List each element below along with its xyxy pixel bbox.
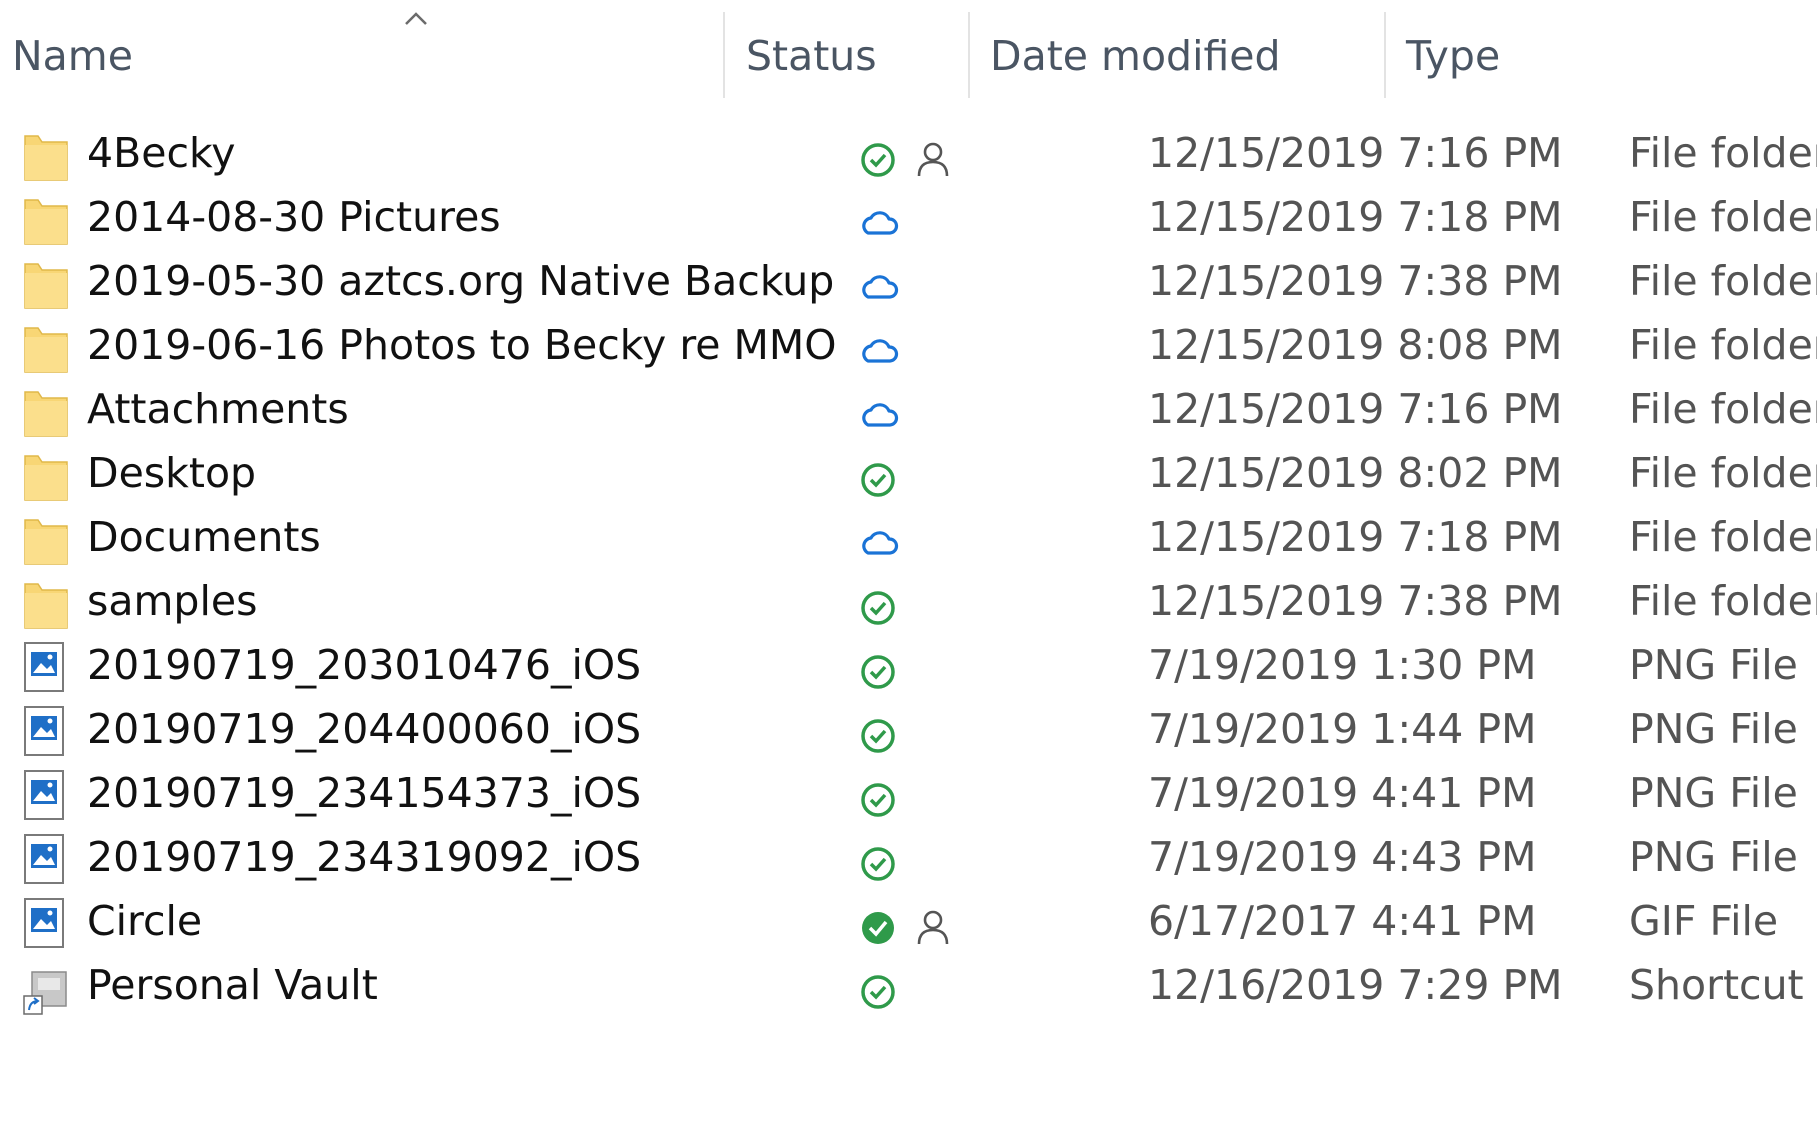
date-modified: 12/15/2019 7:38 PM <box>1148 577 1563 625</box>
folder-icon <box>24 199 68 245</box>
column-header-bar: Name Status Date modified Type <box>0 0 1817 100</box>
image-file-icon <box>24 642 64 692</box>
file-name[interactable]: 2014-08-30 Pictures <box>87 193 501 241</box>
file-name[interactable]: 20190719_234154373_iOS <box>87 769 641 817</box>
column-header-date-modified[interactable]: Date modified <box>990 32 1281 80</box>
file-row[interactable]: 2019-05-30 aztcs.org Native Backup 12/15/… <box>0 256 1817 330</box>
column-header-type[interactable]: Type <box>1406 32 1500 80</box>
date-modified: 6/17/2017 4:41 PM <box>1148 897 1537 945</box>
file-name[interactable]: Desktop <box>87 449 256 497</box>
shortcut-icon <box>23 971 67 1015</box>
folder-icon <box>24 263 68 309</box>
date-modified: 12/15/2019 8:08 PM <box>1148 321 1563 369</box>
date-modified: 7/19/2019 4:41 PM <box>1148 769 1537 817</box>
shared-person-icon <box>917 142 949 178</box>
synced-icon <box>861 143 895 177</box>
file-row[interactable]: samples 12/15/2019 7:38 PM File folder <box>0 576 1817 650</box>
file-type: File folder <box>1629 129 1817 177</box>
file-name[interactable]: 4Becky <box>87 129 236 177</box>
file-type: PNG File <box>1629 641 1798 689</box>
image-file-icon <box>24 834 64 884</box>
file-row[interactable]: 20190719_234319092_iOS 7/19/2019 4:43 PM P… <box>0 832 1817 906</box>
cloud-icon <box>862 403 899 427</box>
file-type: File folder <box>1629 193 1817 241</box>
file-row[interactable]: Personal Vault 12/16/2019 7:29 PM Shortcut <box>0 960 1817 1034</box>
file-row[interactable]: 2014-08-30 Pictures 12/15/2019 7:18 PM Fil… <box>0 192 1817 266</box>
date-modified: 12/16/2019 7:29 PM <box>1148 961 1563 1009</box>
file-type: File folder <box>1629 321 1817 369</box>
folder-icon <box>24 327 68 373</box>
synced-icon <box>861 783 895 817</box>
file-type: File folder <box>1629 449 1817 497</box>
date-modified: 12/15/2019 7:16 PM <box>1148 129 1563 177</box>
file-row[interactable]: Documents 12/15/2019 7:18 PM File folder <box>0 512 1817 586</box>
always-available-icon <box>860 910 896 946</box>
cloud-icon <box>862 211 899 235</box>
date-modified: 7/19/2019 4:43 PM <box>1148 833 1537 881</box>
image-file-icon <box>24 770 64 820</box>
column-divider[interactable] <box>1384 12 1386 98</box>
file-row[interactable]: Circle 6/17/2017 4:41 PM GIF File <box>0 896 1817 970</box>
file-type: GIF File <box>1629 897 1779 945</box>
sort-ascending-icon <box>405 12 427 25</box>
synced-icon <box>861 975 895 1009</box>
synced-icon <box>861 847 895 881</box>
file-name[interactable]: samples <box>87 577 257 625</box>
synced-icon <box>861 719 895 753</box>
date-modified: 12/15/2019 7:38 PM <box>1148 257 1563 305</box>
file-name[interactable]: Circle <box>87 897 202 945</box>
cloud-icon <box>862 339 899 363</box>
date-modified: 12/15/2019 7:18 PM <box>1148 513 1563 561</box>
image-file-icon <box>24 898 64 948</box>
column-divider[interactable] <box>968 12 970 98</box>
folder-icon <box>24 391 68 437</box>
file-row[interactable]: 4Becky 12/15/2019 7:16 PM File folder <box>0 128 1817 202</box>
cloud-icon <box>862 531 899 555</box>
column-header-name[interactable]: Name <box>12 32 133 80</box>
file-type: PNG File <box>1629 833 1798 881</box>
file-type: File folder <box>1629 385 1817 433</box>
file-row[interactable]: 2019-06-16 Photos to Becky re MMO 12/15/2… <box>0 320 1817 394</box>
date-modified: 7/19/2019 1:30 PM <box>1148 641 1537 689</box>
synced-icon <box>861 591 895 625</box>
column-divider[interactable] <box>723 12 725 98</box>
file-row[interactable]: 20190719_234154373_iOS 7/19/2019 4:41 PM P… <box>0 768 1817 842</box>
file-name[interactable]: 20190719_204400060_iOS <box>87 705 641 753</box>
file-type: File folder <box>1629 513 1817 561</box>
file-name[interactable]: Documents <box>87 513 321 561</box>
file-row[interactable]: 20190719_203010476_iOS 7/19/2019 1:30 PM P… <box>0 640 1817 714</box>
shared-person-icon <box>917 910 949 946</box>
folder-icon <box>24 583 68 629</box>
file-type: Shortcut <box>1629 961 1804 1009</box>
file-name[interactable]: 20190719_203010476_iOS <box>87 641 641 689</box>
file-row[interactable]: 20190719_204400060_iOS 7/19/2019 1:44 PM P… <box>0 704 1817 778</box>
file-name[interactable]: Attachments <box>87 385 349 433</box>
file-name[interactable]: Personal Vault <box>87 961 378 1009</box>
file-type: PNG File <box>1629 705 1798 753</box>
synced-icon <box>861 655 895 689</box>
file-row[interactable]: Attachments 12/15/2019 7:16 PM File folder <box>0 384 1817 458</box>
date-modified: 12/15/2019 7:18 PM <box>1148 193 1563 241</box>
file-type: PNG File <box>1629 769 1798 817</box>
file-type: File folder <box>1629 257 1817 305</box>
column-header-status[interactable]: Status <box>746 32 877 80</box>
file-list-view: Name Status Date modified Type 4Becky 12/… <box>0 0 1817 1146</box>
date-modified: 12/15/2019 8:02 PM <box>1148 449 1563 497</box>
date-modified: 7/19/2019 1:44 PM <box>1148 705 1537 753</box>
folder-icon <box>24 519 68 565</box>
synced-icon <box>861 463 895 497</box>
folder-icon <box>24 135 68 181</box>
file-name[interactable]: 2019-05-30 aztcs.org Native Backup <box>87 257 834 305</box>
file-row[interactable]: Desktop 12/15/2019 8:02 PM File folder <box>0 448 1817 522</box>
folder-icon <box>24 455 68 501</box>
file-name[interactable]: 20190719_234319092_iOS <box>87 833 641 881</box>
file-name[interactable]: 2019-06-16 Photos to Becky re MMO <box>87 321 837 369</box>
cloud-icon <box>862 275 899 299</box>
image-file-icon <box>24 706 64 756</box>
date-modified: 12/15/2019 7:16 PM <box>1148 385 1563 433</box>
file-type: File folder <box>1629 577 1817 625</box>
